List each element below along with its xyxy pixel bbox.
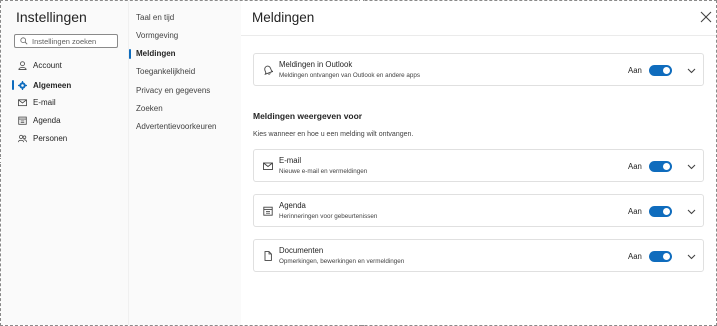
gear-icon: [18, 80, 27, 90]
search-box[interactable]: [14, 34, 118, 48]
person-icon: [18, 60, 27, 70]
toggle-state-label: Aan: [628, 162, 642, 171]
settings-content: Meldingen Meldingen in Outlook Meldingen…: [241, 1, 716, 325]
card-subtitle: Opmerkingen, bewerkingen en vermeldingen: [279, 258, 405, 265]
settings-subnav: Taal en tijd Vormgeving Meldingen Toegan…: [128, 1, 241, 325]
section-subtitle: Kies wanneer en hoe u een melding wilt o…: [253, 131, 414, 138]
subnav-item-toegankelijkheid[interactable]: Toegankelijkheid: [136, 66, 195, 78]
chevron-down-icon[interactable]: [687, 253, 696, 260]
chevron-down-icon[interactable]: [687, 163, 696, 170]
mail-icon: [263, 162, 273, 170]
active-indicator: [12, 80, 14, 90]
documents-notifications-toggle[interactable]: [649, 251, 672, 262]
active-indicator: [129, 49, 131, 59]
subnav-item-advertentie[interactable]: Advertentievoorkeuren: [136, 121, 217, 133]
nav-item-personen[interactable]: Personen: [18, 131, 67, 145]
toggle-state-label: Aan: [628, 207, 642, 216]
nav-item-label: Personen: [33, 133, 68, 143]
nav-item-agenda[interactable]: Agenda: [18, 113, 61, 127]
nav-item-label: Agenda: [33, 115, 61, 125]
bell-icon: [264, 65, 273, 75]
nav-item-email[interactable]: E-mail: [18, 95, 56, 109]
toggle-state-label: Aan: [628, 252, 642, 261]
mail-icon: [18, 98, 27, 106]
card-subtitle: Meldingen ontvangen van Outlook en ander…: [279, 72, 421, 79]
section-heading: Meldingen weergeven voor: [253, 111, 363, 121]
header-divider: [241, 35, 716, 36]
document-icon: [264, 251, 272, 261]
card-subtitle: Herinneringen voor gebeurtenissen: [279, 213, 378, 220]
people-icon: [18, 134, 27, 142]
card-subtitle: Nieuwe e-mail en vermeldingen: [279, 168, 368, 175]
card-title: Agenda: [279, 201, 306, 210]
subnav-item-meldingen[interactable]: Meldingen: [136, 48, 176, 60]
calendar-icon: [263, 206, 273, 216]
nav-item-label: E-mail: [33, 97, 56, 107]
subnav-item-taal[interactable]: Taal en tijd: [136, 12, 174, 24]
nav-item-algemeen[interactable]: Algemeen: [18, 78, 71, 92]
chevron-down-icon[interactable]: [687, 67, 696, 74]
search-input[interactable]: [32, 36, 112, 46]
settings-nav: Instellingen Account Algemeen E-: [1, 1, 128, 325]
settings-title: Instellingen: [16, 9, 87, 25]
toggle-state-label: Aan: [628, 66, 642, 75]
card-title: Meldingen in Outlook: [279, 60, 353, 69]
documents-notifications-card[interactable]: Documenten Opmerkingen, bewerkingen en v…: [253, 239, 704, 272]
calendar-icon: [18, 116, 27, 125]
page-title: Meldingen: [252, 10, 315, 25]
card-title: E-mail: [279, 156, 302, 165]
email-notifications-card[interactable]: E-mail Nieuwe e-mail en vermeldingen Aan: [253, 149, 704, 182]
email-notifications-toggle[interactable]: [649, 161, 672, 172]
agenda-notifications-toggle[interactable]: [649, 206, 672, 217]
search-icon: [20, 37, 28, 45]
nav-item-account[interactable]: Account: [18, 58, 62, 72]
outlook-notifications-card[interactable]: Meldingen in Outlook Meldingen ontvangen…: [253, 53, 704, 86]
close-icon[interactable]: [700, 11, 712, 23]
subnav-item-zoeken[interactable]: Zoeken: [136, 103, 163, 115]
nav-item-label: Account: [33, 60, 62, 70]
outlook-notifications-toggle[interactable]: [649, 65, 672, 76]
subnav-item-vormgeving[interactable]: Vormgeving: [136, 30, 178, 42]
subnav-item-privacy[interactable]: Privacy en gegevens: [136, 85, 210, 97]
agenda-notifications-card[interactable]: Agenda Herinneringen voor gebeurtenissen…: [253, 194, 704, 227]
chevron-down-icon[interactable]: [687, 208, 696, 215]
nav-item-label: Algemeen: [33, 80, 72, 90]
card-title: Documenten: [279, 246, 324, 255]
